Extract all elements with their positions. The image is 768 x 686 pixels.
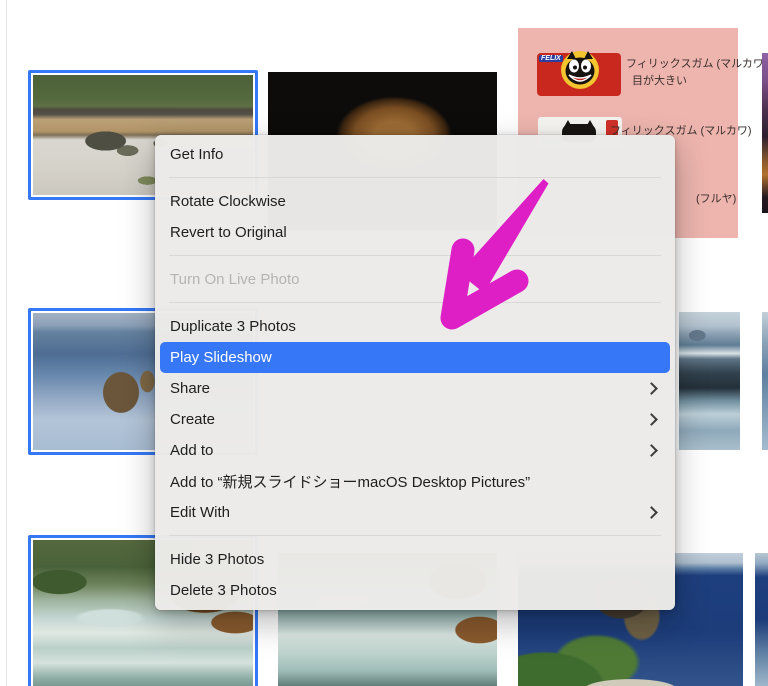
photo-cape-surf-image [679, 312, 740, 450]
menu-item-label: Edit With [170, 504, 231, 521]
panel-edge-divider [6, 0, 7, 686]
menu-separator [169, 535, 661, 536]
menu-item-label: Duplicate 3 Photos [170, 318, 296, 335]
menu-item-label: Turn On Live Photo [170, 271, 300, 288]
menu-separator [169, 255, 661, 256]
photo-coast-sliver[interactable] [762, 312, 768, 450]
menu-item-add-to-album[interactable]: Add to “新規スライドショーmacOS Desktop Pictures” [155, 466, 675, 497]
menu-item-label: Hide 3 Photos [170, 551, 265, 568]
menu-item-label: Revert to Original [170, 224, 287, 241]
menu-item-label: Add to “新規スライドショーmacOS Desktop Pictures” [170, 474, 531, 491]
menu-item-label: Share [170, 380, 211, 397]
felix-gum-red-card: FELIX [537, 51, 621, 96]
photo-dusk-city-sliver[interactable] [762, 53, 768, 213]
menu-item-label: Delete 3 Photos [170, 582, 277, 599]
menu-item-label: Create [170, 411, 216, 428]
context-menu: Get Info Rotate Clockwise Revert to Orig… [155, 135, 675, 610]
felix-item3-fragment: (フルヤ) [696, 193, 737, 205]
menu-item-add-to[interactable]: Add to [155, 435, 675, 466]
menu-item-create[interactable]: Create [155, 404, 675, 435]
menu-separator [169, 177, 661, 178]
felix-item1-title: フィリックスガム (マルカワ) [626, 58, 768, 70]
menu-item-label: Play Slideshow [170, 349, 272, 366]
chevron-right-icon [645, 506, 658, 519]
chevron-right-icon [645, 444, 658, 457]
menu-item-get-info[interactable]: Get Info [155, 139, 675, 170]
menu-item-revert-to-original[interactable]: Revert to Original [155, 217, 675, 248]
menu-item-play-slideshow[interactable]: Play Slideshow [160, 342, 670, 373]
menu-item-rotate-clockwise[interactable]: Rotate Clockwise [155, 186, 675, 217]
photo-sea-cliff-sliver[interactable] [755, 553, 768, 686]
menu-item-label: Add to [170, 442, 214, 459]
menu-item-delete-3-photos[interactable]: Delete 3 Photos [155, 575, 675, 606]
menu-item-share[interactable]: Share [155, 373, 675, 404]
menu-item-label: Rotate Clockwise [170, 193, 286, 210]
photos-app-grid: FELIX フィリックスガム (マルカワ) 目が大きい フィリックスガム (マル… [0, 0, 768, 686]
chevron-right-icon [645, 413, 658, 426]
menu-item-duplicate-3-photos[interactable]: Duplicate 3 Photos [155, 311, 675, 342]
menu-item-hide-3-photos[interactable]: Hide 3 Photos [155, 544, 675, 575]
photo-sea-cliff-sliver-image [755, 553, 768, 686]
photo-coast-sliver-image [762, 312, 768, 450]
chevron-right-icon [645, 382, 658, 395]
photo-dusk-city-sliver-image [762, 53, 768, 213]
menu-item-label: Get Info [170, 146, 224, 163]
felix-cat-face-icon [561, 51, 599, 89]
photo-cape-surf[interactable] [679, 312, 740, 450]
menu-item-turn-on-live-photo: Turn On Live Photo [155, 264, 675, 295]
menu-separator [169, 302, 661, 303]
felix-item1-subtitle: 目が大きい [632, 75, 687, 87]
menu-item-edit-with[interactable]: Edit With [155, 497, 675, 528]
